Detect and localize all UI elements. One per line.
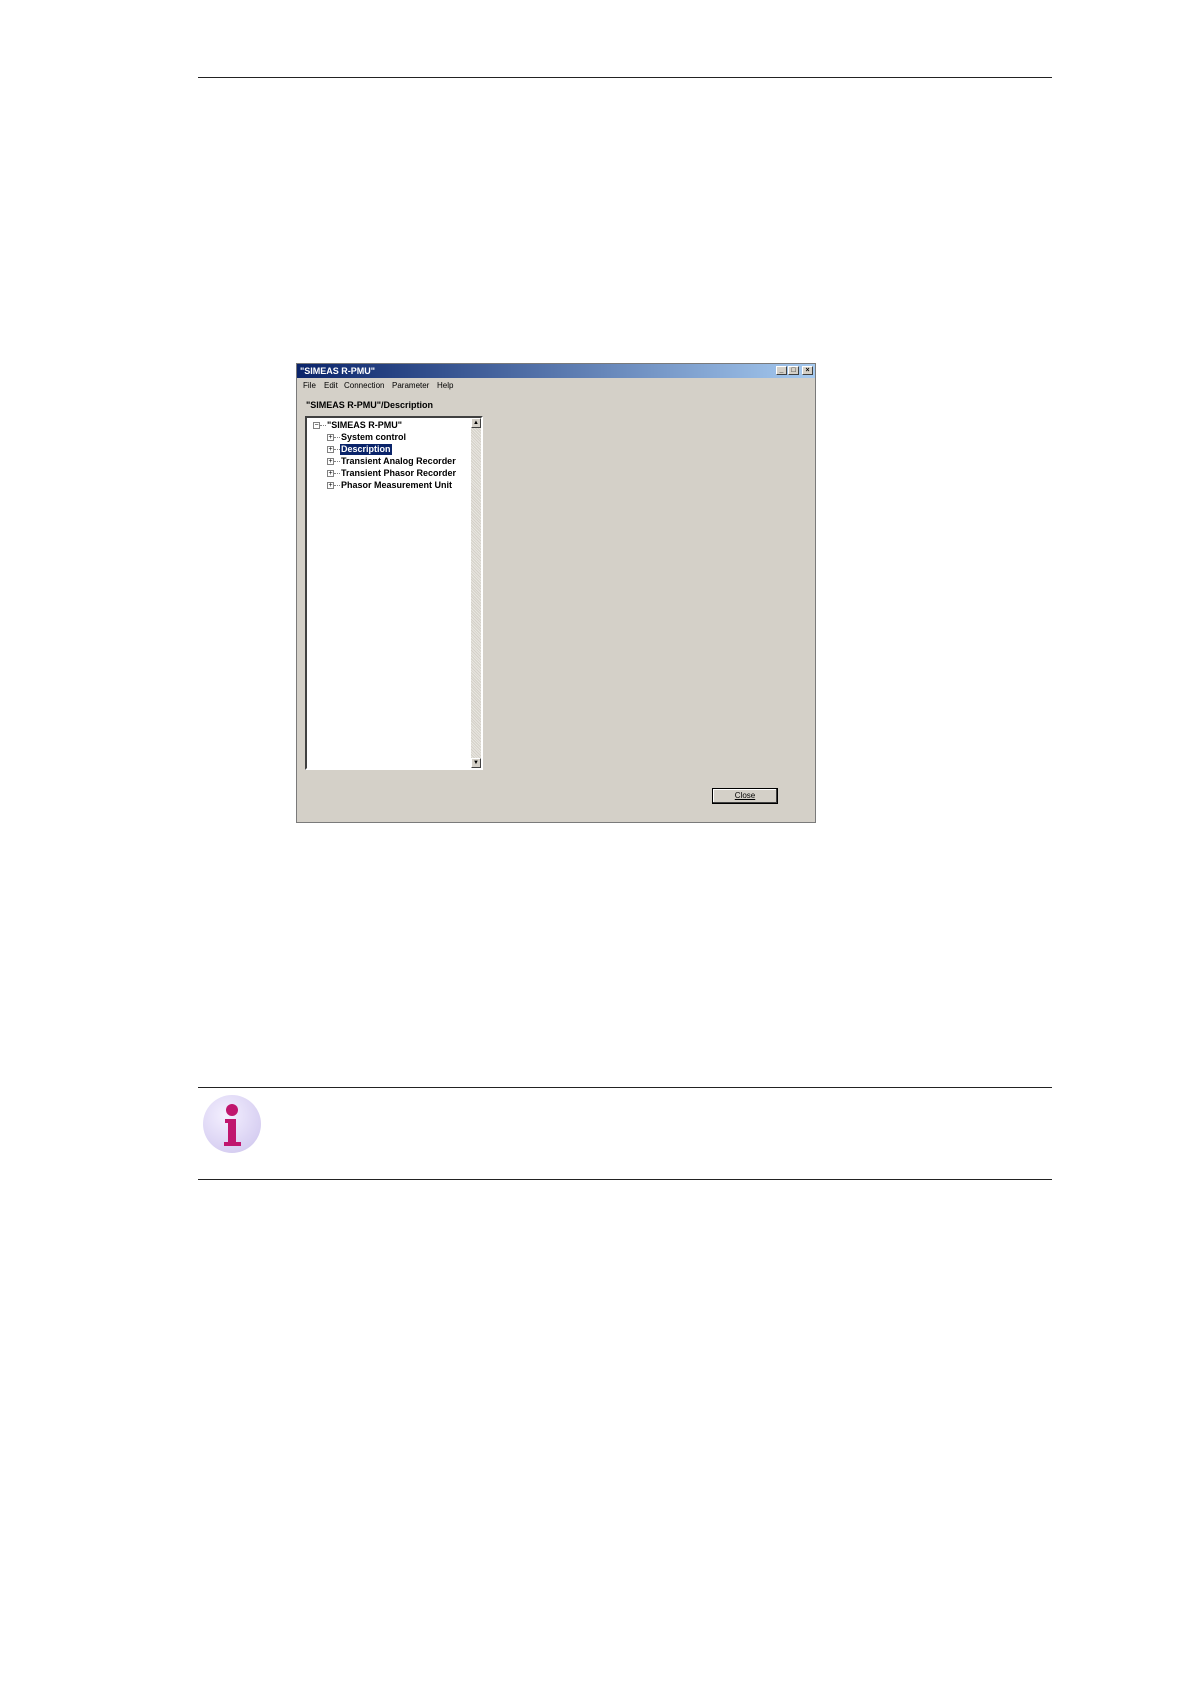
expand-icon[interactable]: +: [327, 470, 334, 477]
tree-vertical-scrollbar[interactable]: ▲ ▼: [471, 418, 481, 768]
tree-connector: [334, 437, 340, 439]
scroll-down-icon[interactable]: ▼: [471, 758, 481, 768]
expand-icon[interactable]: +: [327, 482, 334, 489]
menu-parameter[interactable]: Parameter: [392, 379, 429, 393]
minimize-button[interactable]: _: [776, 366, 787, 375]
menu-edit[interactable]: Edit: [324, 379, 338, 393]
tree-connector: [334, 485, 340, 487]
menu-connection[interactable]: Connection: [344, 379, 384, 393]
close-button-label: Close: [734, 791, 756, 800]
menu-help[interactable]: Help: [437, 379, 453, 393]
collapse-icon[interactable]: −: [313, 422, 320, 429]
expand-icon[interactable]: +: [327, 446, 334, 453]
scroll-up-icon[interactable]: ▲: [471, 418, 481, 428]
expand-icon[interactable]: +: [327, 434, 334, 441]
tree-item-label[interactable]: System control: [341, 432, 406, 443]
current-path-label: "SIMEAS R-PMU"/Description: [306, 400, 434, 410]
tree-connector: [320, 425, 326, 427]
menu-file[interactable]: File: [303, 379, 316, 393]
window-titlebar[interactable]: "SIMEAS R-PMU" _ □ ×: [297, 364, 815, 378]
maximize-button[interactable]: □: [788, 366, 799, 375]
info-icon: [203, 1095, 261, 1153]
tree-item-label[interactable]: Phasor Measurement Unit: [341, 480, 452, 491]
note-bottom-rule: [198, 1179, 1052, 1180]
window-title: "SIMEAS R-PMU": [300, 366, 376, 376]
tree-item-label[interactable]: Transient Phasor Recorder: [341, 468, 456, 479]
expand-icon[interactable]: +: [327, 458, 334, 465]
note-top-rule: [198, 1087, 1052, 1088]
tree-view[interactable]: − "SIMEAS R-PMU" + System control + Desc…: [305, 416, 483, 770]
page-header-rule: [198, 77, 1052, 78]
simeas-dialog-window: "SIMEAS R-PMU" _ □ × File Edit Connectio…: [296, 363, 816, 823]
tree-connector: [334, 461, 340, 463]
tree-connector: [334, 473, 340, 475]
window-close-button[interactable]: ×: [802, 366, 813, 375]
tree-item-label-selected[interactable]: Description: [340, 444, 392, 455]
tree-item-label[interactable]: Transient Analog Recorder: [341, 456, 456, 467]
tree-root-label[interactable]: "SIMEAS R-PMU": [327, 420, 402, 431]
close-button[interactable]: Close: [712, 788, 778, 804]
